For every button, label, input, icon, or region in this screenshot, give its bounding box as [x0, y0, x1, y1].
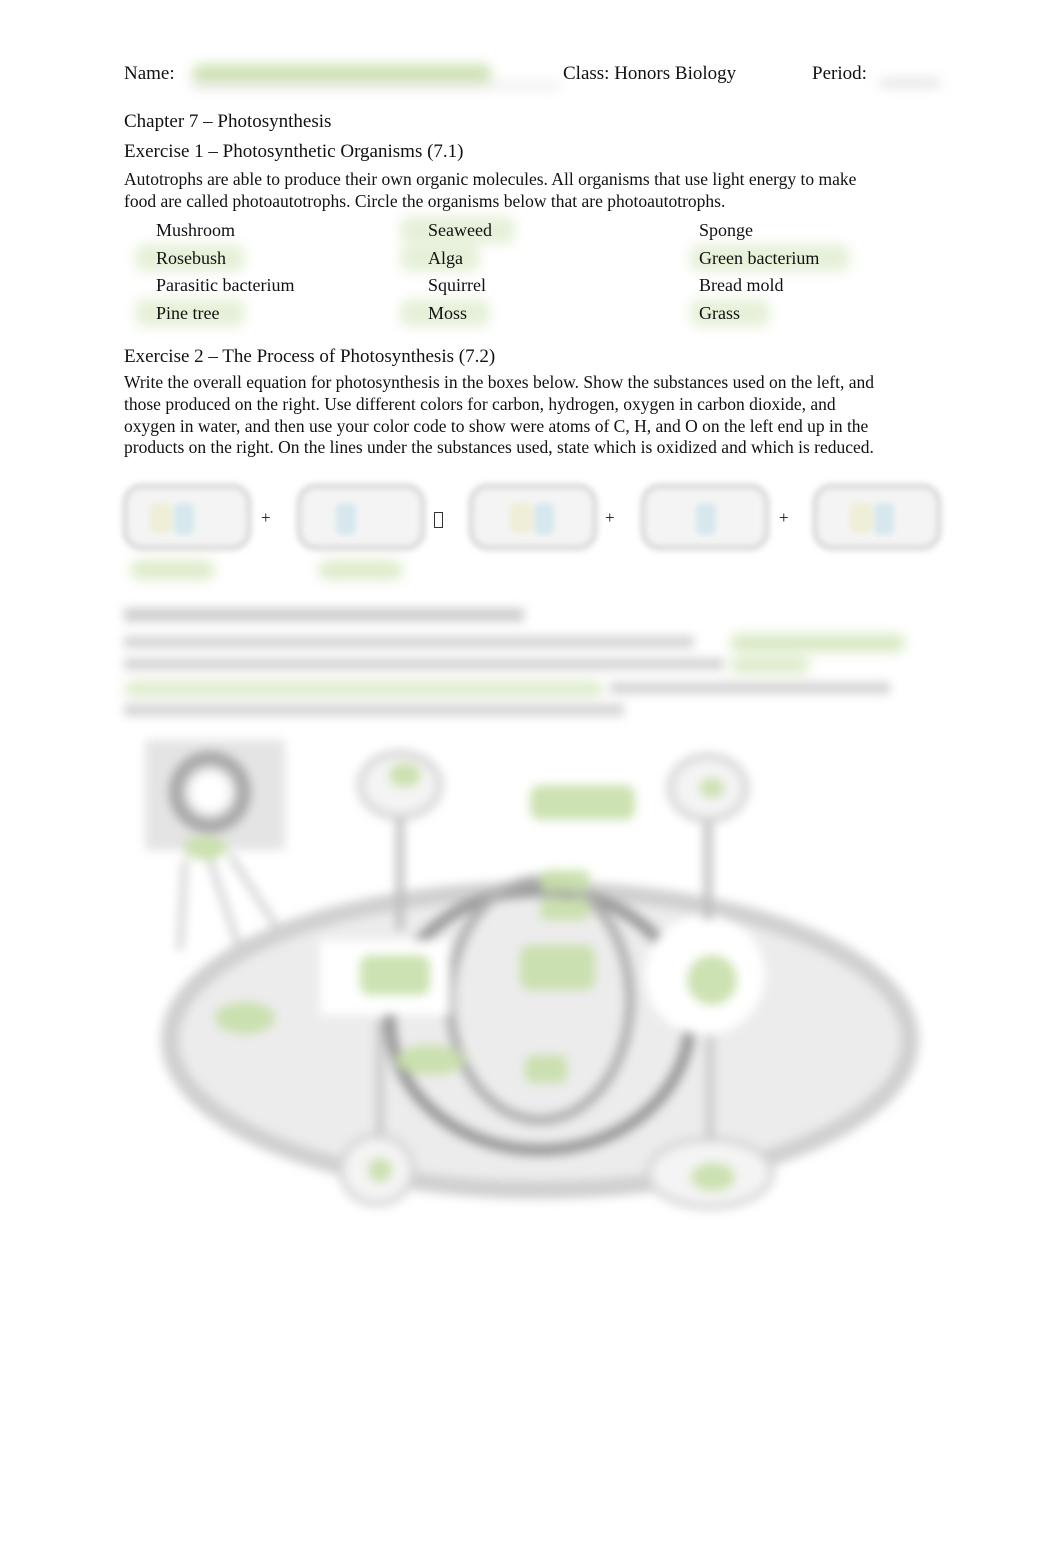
organism-option[interactable]: Squirrel: [428, 274, 486, 296]
organism-option[interactable]: Rosebush: [156, 247, 226, 269]
plus-sign: +: [605, 508, 615, 527]
organism-option[interactable]: Green bacterium: [699, 247, 819, 269]
organism-option[interactable]: Sponge: [699, 219, 753, 241]
equation-box-product-2[interactable]: [646, 489, 764, 545]
exercise3-answer-3[interactable]: [124, 680, 604, 698]
organism-option[interactable]: Moss: [428, 302, 467, 324]
organism-option[interactable]: Alga: [428, 247, 463, 269]
exercise2-instructions: Write the overall equation for photosynt…: [124, 372, 875, 458]
plus-sign: +: [779, 508, 789, 527]
organism-option[interactable]: Parasitic bacterium: [156, 274, 294, 296]
exercise1-instructions: Autotrophs are able to produce their own…: [124, 169, 857, 211]
exercise3-answer-2[interactable]: [730, 656, 810, 674]
period-label: Period:: [812, 63, 867, 84]
organism-option[interactable]: Grass: [699, 302, 740, 324]
answer-line-reactant-2[interactable]: [318, 560, 403, 580]
exercise3-text-line-4: [124, 704, 624, 716]
name-underline: [190, 84, 560, 87]
answer-line-reactant-1[interactable]: [130, 560, 215, 580]
yields-arrow-icon: [434, 512, 443, 528]
chapter-title: Chapter 7 – Photosynthesis: [124, 111, 332, 132]
exercise3-text-line-2: [124, 658, 724, 670]
equation-box-reactant-1[interactable]: [128, 489, 246, 545]
name-field-blurred[interactable]: [192, 64, 492, 84]
exercise3-title-blurred: [124, 608, 524, 622]
organism-option[interactable]: Bread mold: [699, 274, 783, 296]
exercise3-text-line-3: [610, 682, 890, 694]
class-label: Class: Honors Biology: [563, 63, 737, 84]
period-field-blurred[interactable]: [880, 80, 940, 86]
organism-option[interactable]: Seaweed: [428, 219, 492, 241]
plus-sign: +: [261, 508, 271, 527]
organism-option[interactable]: Mushroom: [156, 219, 235, 241]
organism-option[interactable]: Pine tree: [156, 302, 219, 324]
equation-box-product-3[interactable]: [818, 489, 936, 545]
chloroplast-diagram: [145, 740, 919, 1210]
equation-box-product-1[interactable]: [474, 489, 592, 545]
exercise3-text-line-1: [124, 636, 694, 648]
exercise3-answer-1[interactable]: [730, 634, 905, 652]
equation-box-reactant-2[interactable]: [302, 489, 420, 545]
name-label: Name:: [124, 63, 175, 84]
exercise2-title: Exercise 2 – The Process of Photosynthes…: [124, 346, 496, 367]
exercise1-title: Exercise 1 – Photosynthetic Organisms (7…: [124, 141, 464, 162]
